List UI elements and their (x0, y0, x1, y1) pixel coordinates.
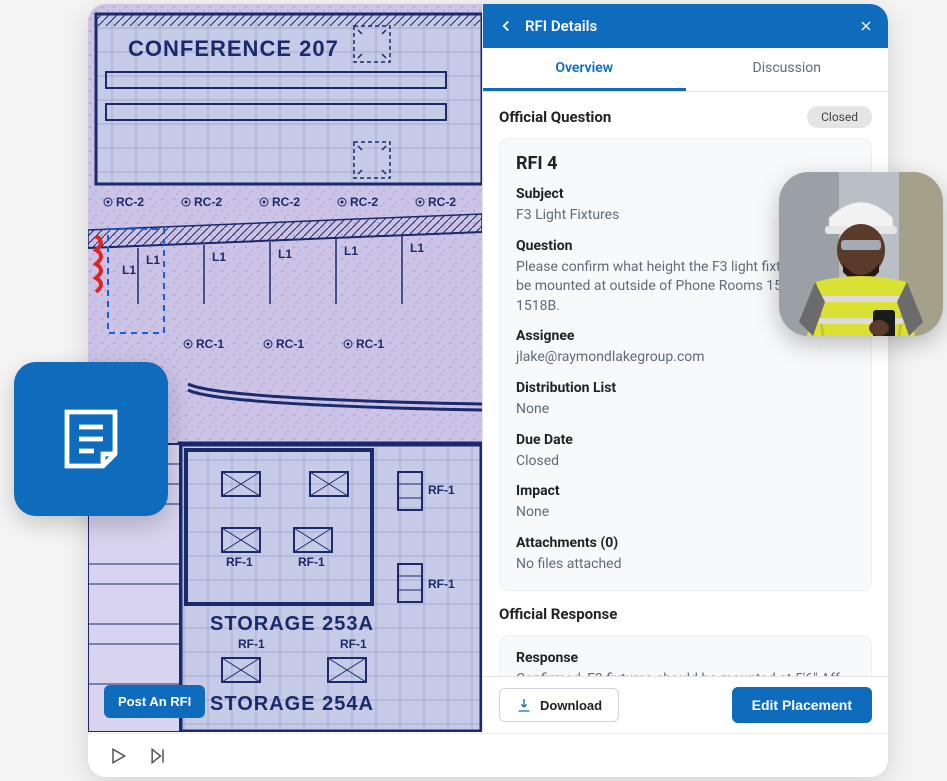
due-date-label: Due Date (516, 432, 855, 448)
rfi-title: RFI 4 (516, 153, 855, 174)
rf1-label: RF-1 (428, 483, 455, 497)
play-icon[interactable] (108, 746, 128, 766)
svg-text:RC-1: RC-1 (356, 337, 384, 351)
download-icon (516, 697, 532, 713)
l1-label: L1 (344, 244, 358, 258)
download-label: Download (540, 698, 602, 713)
svg-text:RC-2: RC-2 (350, 195, 378, 209)
l1-label: L1 (122, 263, 136, 277)
rf1-label: RF-1 (340, 637, 367, 651)
close-icon[interactable] (858, 18, 874, 34)
note-icon (55, 403, 127, 475)
play-controls (88, 733, 888, 777)
room-label-storage-a: STORAGE 253A (210, 613, 374, 635)
svg-text:RC-2: RC-2 (272, 195, 300, 209)
l1-label: L1 (146, 253, 160, 267)
tab-overview[interactable]: Overview (483, 48, 686, 91)
edit-placement-button[interactable]: Edit Placement (732, 687, 872, 723)
svg-text:RC-1: RC-1 (276, 337, 304, 351)
response-value: Confirmed, F3 fixtures should be mounted… (516, 670, 855, 676)
svg-text:RC-2: RC-2 (428, 195, 456, 209)
room-label-storage-b: STORAGE 254A (210, 693, 374, 715)
attachments-value: No files attached (516, 555, 855, 575)
due-date-value: Closed (516, 452, 855, 472)
svg-text:RC-2: RC-2 (194, 195, 222, 209)
response-card: Response Confirmed, F3 fixtures should b… (499, 635, 872, 676)
l1-label: L1 (410, 241, 424, 255)
rf1-label: RF-1 (428, 577, 455, 591)
panel-footer: Download Edit Placement (483, 676, 888, 733)
attachments-label: Attachments (0) (516, 535, 855, 551)
tab-discussion[interactable]: Discussion (686, 48, 889, 91)
svg-text:RC-1: RC-1 (196, 337, 224, 351)
impact-label: Impact (516, 483, 855, 499)
panel-header: RFI Details (483, 4, 888, 48)
next-icon[interactable] (148, 746, 168, 766)
svg-text:RC-2: RC-2 (116, 195, 144, 209)
assignee-value: jlake@raymondlakegroup.com (516, 348, 855, 368)
rfi-details-panel: RFI Details Overview Discussion Official… (482, 4, 888, 733)
tabs: Overview Discussion (483, 48, 888, 92)
note-tile[interactable] (14, 362, 168, 516)
l1-label: L1 (278, 247, 292, 261)
response-label: Response (516, 650, 855, 666)
rf1-label: RF-1 (298, 555, 325, 569)
official-response-heading: Official Response (499, 605, 872, 623)
back-icon[interactable] (497, 17, 515, 35)
room-label-conference: CONFERENCE 207 (128, 36, 339, 61)
post-rfi-button[interactable]: Post An RFI (104, 685, 205, 718)
rf1-label: RF-1 (226, 555, 253, 569)
status-badge: Closed (807, 106, 872, 128)
distribution-value: None (516, 400, 855, 420)
panel-title: RFI Details (525, 17, 848, 35)
l1-label: L1 (212, 250, 226, 264)
avatar (779, 172, 943, 336)
distribution-label: Distribution List (516, 380, 855, 396)
rf1-label: RF-1 (238, 637, 265, 651)
official-question-heading: Official Question (499, 108, 611, 126)
download-button[interactable]: Download (499, 688, 619, 722)
impact-value: None (516, 503, 855, 523)
